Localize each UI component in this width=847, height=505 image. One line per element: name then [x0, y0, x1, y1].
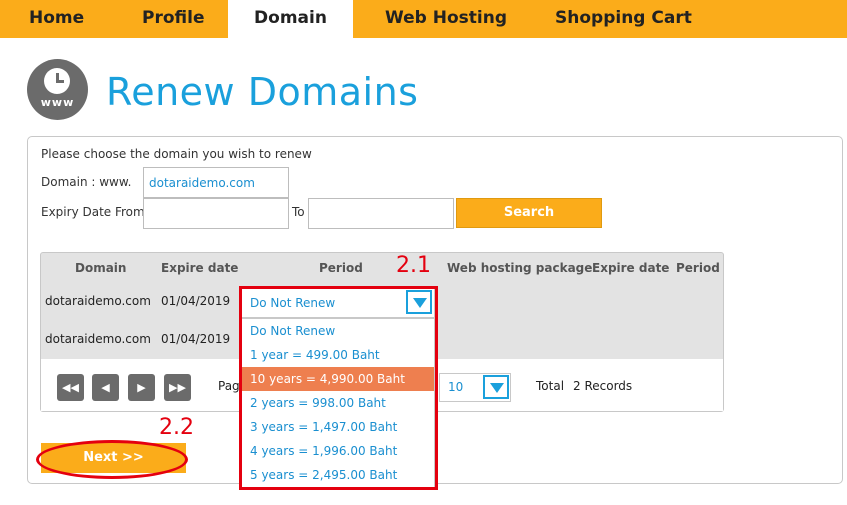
page-size-value: 10 [448, 380, 464, 394]
nav-web-hosting[interactable]: Web Hosting [385, 0, 507, 38]
domain-input[interactable]: dotaraidemo.com [143, 167, 289, 198]
column-header-web-hosting: Web hosting package [447, 261, 593, 275]
total-value: 2 Records [573, 379, 633, 393]
annotation-label-2-1: 2.1 [396, 253, 431, 278]
logo-text: www [40, 96, 75, 109]
column-header-expire-date: Expire date [161, 261, 239, 275]
expiry-from-label: Expiry Date From [41, 205, 145, 219]
column-header-period: Period [319, 261, 363, 275]
row-1-domain: dotaraidemo.com [45, 294, 151, 308]
clock-icon [44, 68, 70, 94]
first-page-icon: ◀◀ [62, 381, 79, 394]
last-page-icon: ▶▶ [169, 381, 186, 394]
chevron-down-icon[interactable] [483, 375, 509, 399]
row-2-domain: dotaraidemo.com [45, 332, 151, 346]
annotation-label-2-2: 2.2 [159, 415, 194, 440]
page-label: Pag [218, 379, 240, 393]
annotation-ring-2-2 [36, 440, 188, 479]
domain-label: Domain : www. [41, 175, 132, 189]
next-page-button[interactable]: ▶ [128, 374, 155, 401]
column-header-hosting-period: Period [676, 261, 720, 275]
column-header-hosting-expire-date: Expire date [592, 261, 670, 275]
row-2-expire-date: 01/04/2019 [161, 332, 231, 346]
nav-profile[interactable]: Profile [142, 0, 204, 38]
to-label: To [292, 205, 305, 219]
prev-page-icon: ◀ [101, 381, 110, 394]
row-1-expire-date: 01/04/2019 [161, 294, 231, 308]
next-page-icon: ▶ [137, 381, 146, 394]
expiry-from-input[interactable] [143, 198, 289, 229]
nav-home[interactable]: Home [29, 0, 84, 38]
column-header-domain: Domain [75, 261, 127, 275]
page-title: Renew Domains [106, 70, 419, 114]
nav-domain[interactable]: Domain [228, 0, 353, 38]
instruction-text: Please choose the domain you wish to ren… [41, 147, 312, 161]
last-page-button[interactable]: ▶▶ [164, 374, 191, 401]
nav-shopping-cart[interactable]: Shopping Cart [555, 0, 692, 38]
expiry-to-input[interactable] [308, 198, 454, 229]
top-nav: Home Profile Domain Web Hosting Shopping… [0, 0, 847, 38]
prev-page-button[interactable]: ◀ [92, 374, 119, 401]
annotation-box-2-1 [239, 286, 438, 490]
search-button[interactable]: Search [456, 198, 602, 228]
total-label: Total [536, 379, 565, 393]
first-page-button[interactable]: ◀◀ [57, 374, 84, 401]
www-clock-icon: www [27, 59, 88, 120]
